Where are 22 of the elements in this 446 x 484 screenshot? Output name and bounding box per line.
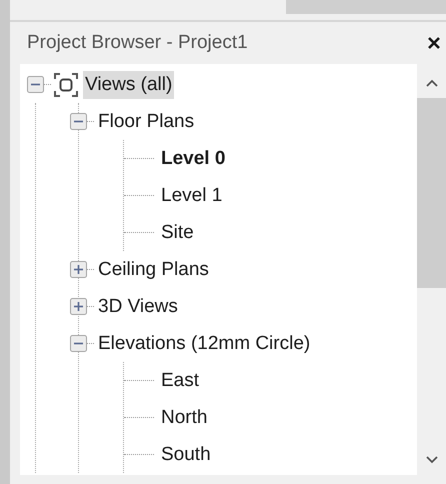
tree-item[interactable]: East	[159, 366, 202, 394]
tree-expander-icon[interactable]	[70, 113, 87, 130]
tree-item[interactable]: North	[159, 404, 210, 432]
view-frame-icon	[53, 72, 79, 98]
scroll-up-icon[interactable]	[424, 78, 438, 88]
scroll-down-icon[interactable]	[424, 455, 438, 465]
tree-item[interactable]: Level 1	[159, 182, 224, 210]
tree-item[interactable]: Elevations (12mm Circle)	[96, 330, 312, 358]
tree-expander-icon[interactable]	[70, 335, 87, 352]
tree-item[interactable]: Level 0	[159, 144, 228, 172]
tree-expander-icon[interactable]	[70, 298, 87, 315]
tree-item[interactable]: Site	[159, 218, 196, 246]
tree-item[interactable]: Views (all)	[83, 70, 174, 98]
tree-expander-icon[interactable]	[70, 261, 87, 278]
tree-item[interactable]: Floor Plans	[96, 108, 196, 136]
tree-item[interactable]: 3D Views	[96, 292, 180, 320]
tree-item[interactable]: Ceiling Plans	[96, 256, 211, 284]
panel-title: Project Browser - Project1	[27, 32, 248, 54]
scrollbar-thumb[interactable]	[417, 98, 446, 288]
close-icon[interactable]	[427, 36, 441, 50]
tree-expander-icon[interactable]	[27, 76, 44, 93]
tree-item[interactable]: South	[159, 440, 213, 468]
